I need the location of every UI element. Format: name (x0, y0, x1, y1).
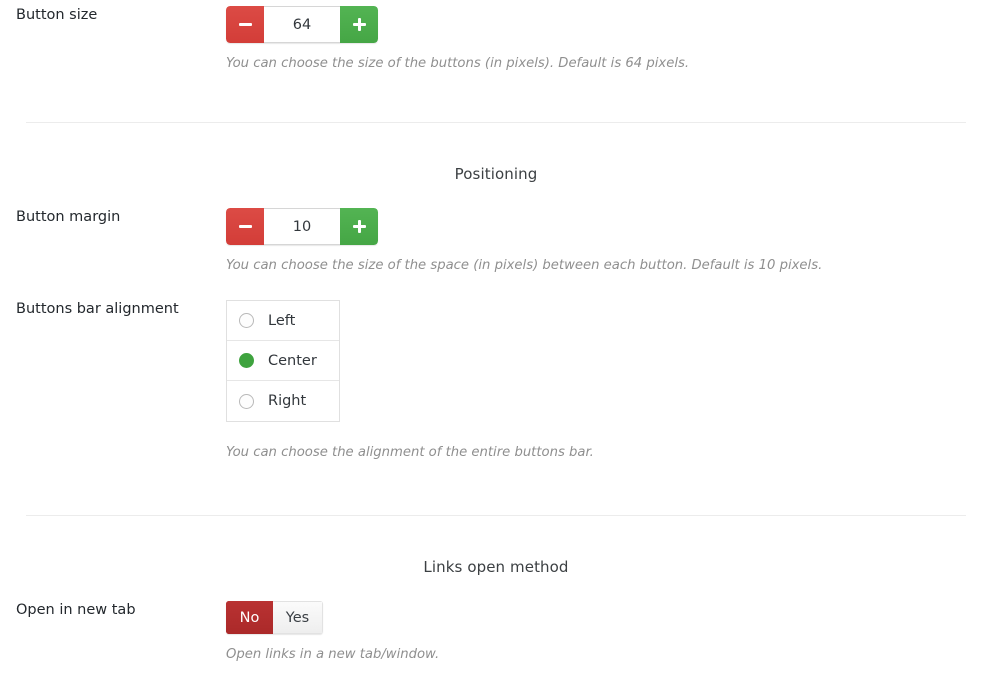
button-size-stepper[interactable]: 64 (226, 6, 378, 43)
radio-icon (239, 313, 254, 328)
setting-row-buttons-bar-alignment: Buttons bar alignment Left Center Right … (0, 300, 992, 462)
alignment-option-center[interactable]: Center (227, 341, 339, 381)
section-divider (0, 515, 992, 516)
button-margin-stepper[interactable]: 10 (226, 208, 378, 245)
alignment-radio-group[interactable]: Left Center Right (226, 300, 340, 422)
buttons-bar-alignment-field: Left Center Right You can choose the ali… (226, 300, 992, 462)
button-size-label: Button size (16, 7, 98, 23)
alignment-option-center-label: Center (268, 352, 317, 369)
section-title-positioning: Positioning (0, 165, 992, 183)
plus-icon (352, 220, 366, 233)
button-size-help-text: You can choose the size of the buttons (… (226, 56, 690, 71)
button-size-value[interactable]: 64 (264, 6, 340, 43)
toggle-option-yes[interactable]: Yes (273, 601, 323, 634)
button-margin-field: 10 You can choose the size of the space … (226, 208, 992, 275)
open-in-new-tab-field: No Yes Open links in a new tab/window. (226, 601, 992, 664)
button-margin-help-text: You can choose the size of the space (in… (226, 258, 823, 273)
open-in-new-tab-label: Open in new tab (16, 602, 136, 618)
setting-row-button-margin: Button margin 10 You can choose the size… (0, 208, 992, 275)
links-open-method-heading-text: Links open method (423, 558, 569, 576)
button-margin-label: Button margin (16, 209, 121, 225)
positioning-heading-text: Positioning (454, 165, 538, 183)
minus-icon (238, 23, 252, 26)
radio-selected-icon (239, 353, 254, 368)
button-margin-increment-button[interactable] (340, 208, 378, 245)
open-in-new-tab-toggle[interactable]: No Yes (226, 601, 323, 634)
minus-icon (238, 225, 252, 228)
button-size-increment-button[interactable] (340, 6, 378, 43)
setting-row-button-size: Button size 64 You can choose the size o… (0, 6, 992, 73)
section-title-links-open-method: Links open method (0, 558, 992, 576)
setting-row-open-in-new-tab: Open in new tab No Yes Open links in a n… (0, 601, 992, 664)
radio-icon (239, 393, 254, 409)
alignment-option-right[interactable]: Right (227, 381, 339, 421)
toggle-option-no[interactable]: No (226, 601, 273, 634)
buttons-bar-alignment-help-text: You can choose the alignment of the enti… (226, 445, 594, 460)
section-divider (0, 122, 992, 123)
alignment-option-right-label: Right (268, 393, 307, 409)
button-margin-decrement-button[interactable] (226, 208, 264, 245)
button-size-decrement-button[interactable] (226, 6, 264, 43)
buttons-bar-alignment-label: Buttons bar alignment (16, 301, 179, 317)
button-margin-value[interactable]: 10 (264, 208, 340, 245)
button-size-field: 64 You can choose the size of the button… (226, 6, 992, 73)
open-in-new-tab-help-text: Open links in a new tab/window. (226, 647, 440, 662)
alignment-option-left[interactable]: Left (227, 301, 339, 341)
alignment-option-left-label: Left (268, 312, 296, 329)
plus-icon (352, 18, 366, 31)
